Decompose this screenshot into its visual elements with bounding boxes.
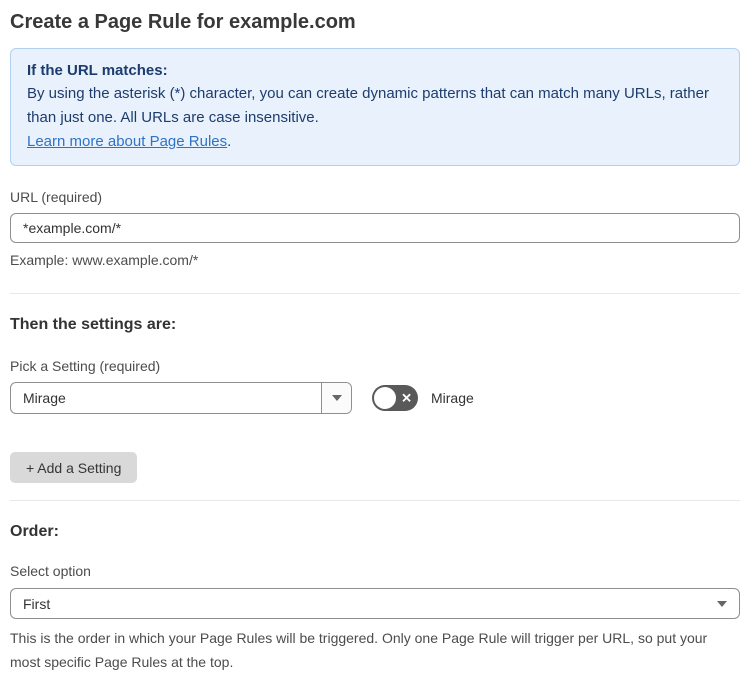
page-rule-form: Create a Page Rule for example.com If th… xyxy=(0,9,750,684)
chevron-down-icon xyxy=(717,600,727,607)
url-input[interactable] xyxy=(10,213,740,243)
divider xyxy=(10,500,740,501)
settings-section-heading: Then the settings are: xyxy=(10,316,177,333)
divider xyxy=(10,293,740,294)
mirage-toggle[interactable]: ✕ xyxy=(372,385,418,411)
url-match-info-box: If the URL matches: By using the asteris… xyxy=(10,48,740,166)
url-helper-text: Example: www.example.com/* xyxy=(10,252,199,268)
pick-setting-label: Pick a Setting (required) xyxy=(10,358,161,374)
link-suffix: . xyxy=(227,133,232,150)
order-section-heading: Order: xyxy=(10,523,59,540)
order-select-value: First xyxy=(23,595,51,612)
learn-more-link[interactable]: Learn more about Page Rules xyxy=(27,133,227,150)
page-title: Create a Page Rule for example.com xyxy=(10,11,356,33)
order-helper-text: This is the order in which your Page Rul… xyxy=(10,630,708,670)
select-arrow-button[interactable] xyxy=(321,383,351,413)
x-icon: ✕ xyxy=(401,390,412,406)
setting-row: Mirage ✕ Mirage xyxy=(10,382,740,414)
toggle-knob xyxy=(374,387,396,409)
chevron-down-icon xyxy=(331,395,342,401)
order-select[interactable]: First xyxy=(10,588,740,619)
info-link-row: Learn more about Page Rules. xyxy=(27,130,723,153)
add-setting-button[interactable]: + Add a Setting xyxy=(10,452,138,483)
info-box-body: By using the asterisk (*) character, you… xyxy=(27,85,709,126)
setting-select-value: Mirage xyxy=(23,390,66,406)
toggle-label: Mirage xyxy=(431,390,474,406)
select-option-label: Select option xyxy=(10,563,91,579)
url-label: URL (required) xyxy=(10,189,103,205)
setting-select[interactable]: Mirage xyxy=(10,382,352,414)
info-box-heading: If the URL matches: xyxy=(27,62,168,79)
